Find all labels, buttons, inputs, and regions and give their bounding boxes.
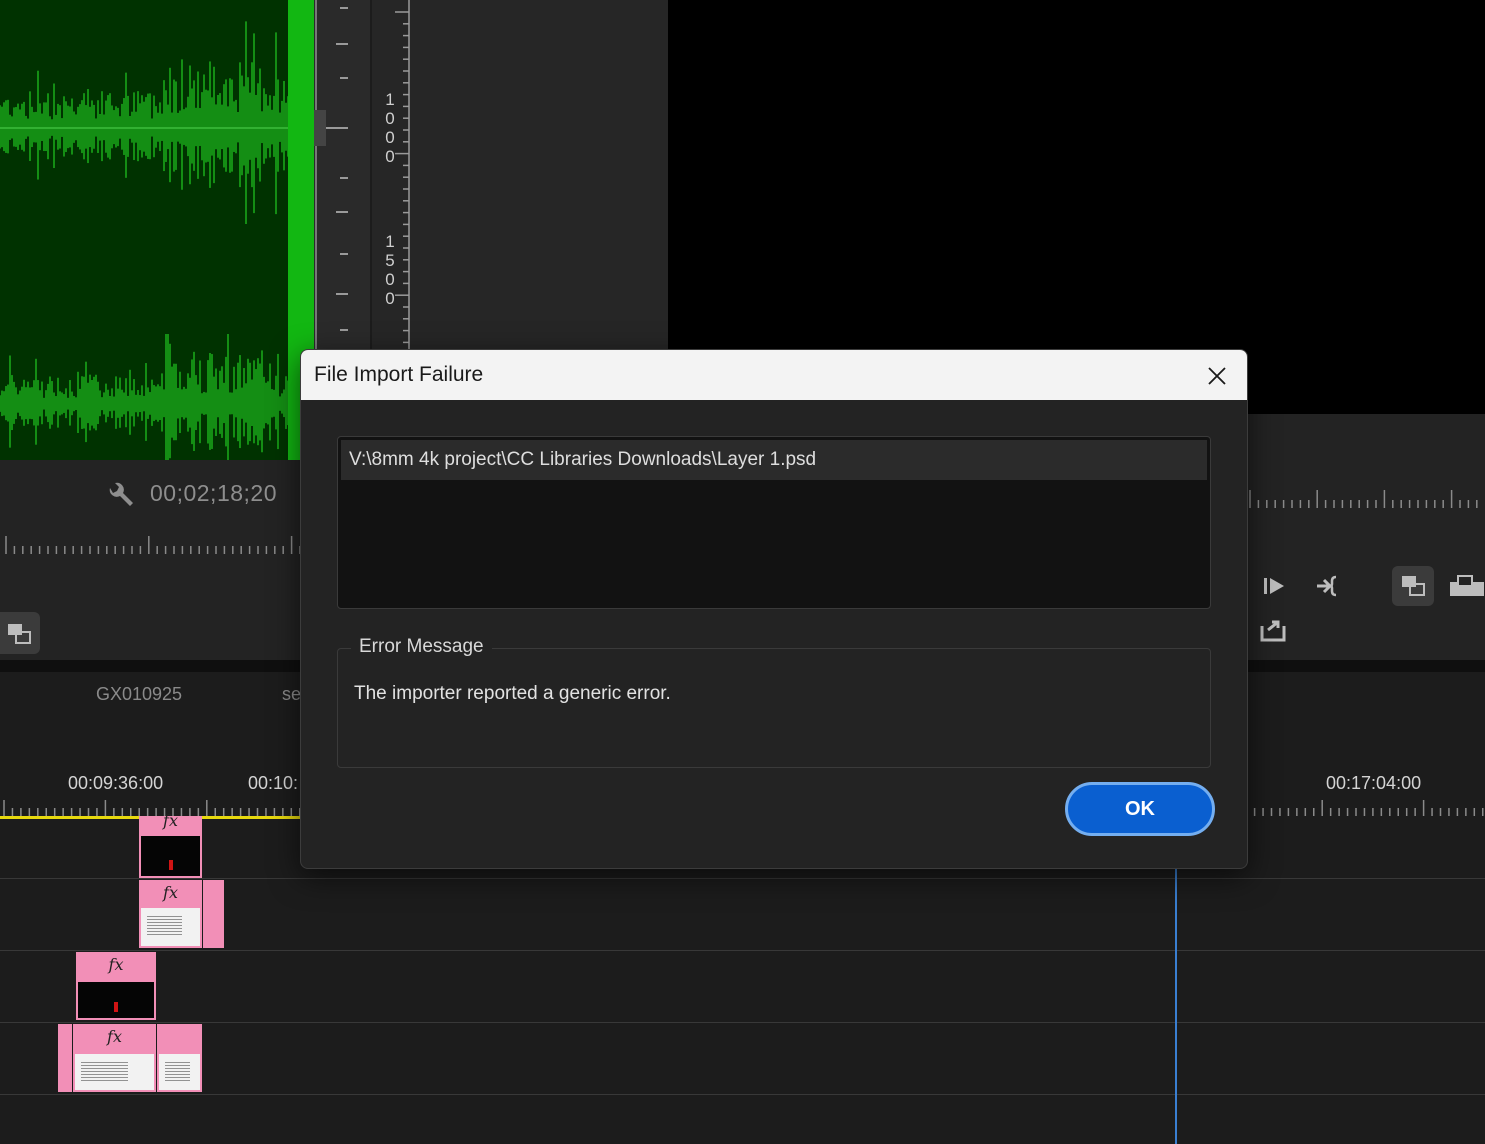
ruler-label-1000: 1000 bbox=[385, 90, 395, 166]
vertical-ruler bbox=[372, 0, 668, 355]
source-timecode[interactable]: 00;02;18;20 bbox=[150, 480, 277, 507]
fx-badge: fx bbox=[107, 1027, 122, 1046]
playhead-line[interactable] bbox=[1175, 866, 1177, 1144]
ok-button[interactable]: OK bbox=[1065, 782, 1215, 836]
timeline-clip-tail[interactable] bbox=[203, 880, 224, 948]
clip-thumbnail bbox=[141, 908, 200, 946]
timeline-clip[interactable]: fx bbox=[76, 952, 156, 1020]
track-divider bbox=[0, 878, 1485, 879]
fx-badge: fx bbox=[108, 955, 124, 974]
track-divider bbox=[0, 1094, 1485, 1095]
timeline-timecode-label: 00:09:36:00 bbox=[68, 773, 164, 793]
clip-thumbnail bbox=[78, 982, 154, 1018]
audio-waveform bbox=[0, 21, 300, 460]
close-button[interactable] bbox=[1197, 356, 1237, 394]
error-message-label: Error Message bbox=[351, 636, 492, 658]
audio-waveform-panel[interactable] bbox=[0, 0, 300, 460]
source-time-ruler bbox=[5, 536, 300, 554]
toggle-proxy-icon[interactable] bbox=[1392, 566, 1434, 606]
fx-badge: fx bbox=[163, 883, 178, 902]
toggle-proxy-source-icon[interactable] bbox=[0, 612, 40, 654]
timeline-clip[interactable]: fx bbox=[139, 880, 202, 948]
track-divider bbox=[0, 950, 1485, 951]
track-divider bbox=[0, 1022, 1485, 1023]
timeline-clip[interactable]: fx bbox=[73, 1024, 156, 1092]
timeline-timecode-label: 00:10: bbox=[248, 773, 299, 793]
timeline-clip-head[interactable] bbox=[58, 1024, 72, 1092]
timeline-timecode-label: 00:17:04:00 bbox=[1326, 773, 1422, 793]
sequence-tab[interactable]: GX010925 bbox=[96, 684, 182, 705]
wrench-icon[interactable] bbox=[104, 480, 134, 515]
sequence-tab-2[interactable]: se bbox=[282, 684, 301, 705]
lift-icon[interactable] bbox=[1446, 572, 1485, 600]
timeline-clip[interactable]: fx bbox=[139, 811, 202, 878]
clip-thumbnail bbox=[141, 836, 200, 876]
program-monitor-controls bbox=[1246, 414, 1485, 660]
dialog-title: File Import Failure bbox=[314, 363, 484, 386]
ruler-label-1500: 1500 bbox=[385, 232, 395, 308]
export-frame-icon[interactable] bbox=[1258, 614, 1288, 644]
error-message-text: The importer reported a generic error. bbox=[354, 683, 671, 704]
file-list-item[interactable]: V:\8mm 4k project\CC Libraries Downloads… bbox=[341, 440, 1207, 480]
timeline-clip[interactable] bbox=[157, 1024, 202, 1092]
vertical-ruler-ticks bbox=[395, 0, 410, 355]
error-message-group bbox=[337, 648, 1211, 768]
insert-icon[interactable] bbox=[1314, 572, 1346, 600]
fx-badge: fx bbox=[163, 811, 178, 830]
close-icon bbox=[1208, 367, 1226, 385]
step-forward-icon[interactable] bbox=[1260, 572, 1288, 600]
file-path: V:\8mm 4k project\CC Libraries Downloads… bbox=[349, 449, 817, 470]
clip-thumbnail bbox=[159, 1054, 200, 1090]
clip-thumbnail bbox=[75, 1054, 154, 1090]
failed-files-list[interactable]: V:\8mm 4k project\CC Libraries Downloads… bbox=[337, 436, 1211, 609]
file-import-failure-dialog: File Import Failure V:\8mm 4k project\CC… bbox=[300, 349, 1248, 869]
